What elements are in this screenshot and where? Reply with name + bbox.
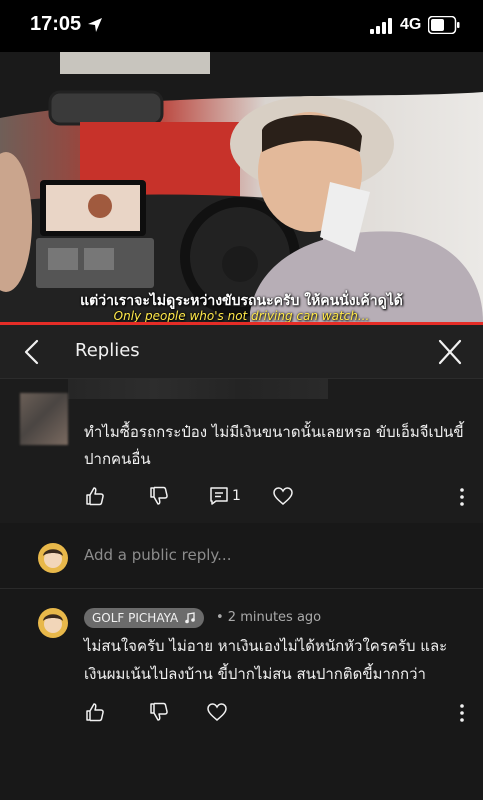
avatar [38, 543, 68, 573]
add-reply-row[interactable]: Add a public reply... [0, 523, 483, 589]
author-badge[interactable]: GOLF PICHAYA [84, 608, 205, 628]
replies-icon[interactable] [208, 485, 230, 507]
blurred-avatar [20, 393, 68, 445]
video-frame [0, 52, 483, 322]
blurred-author-name [68, 379, 328, 399]
location-arrow-icon [88, 18, 102, 32]
thumbs-down-icon[interactable] [148, 485, 170, 507]
music-note-icon [185, 612, 196, 624]
comment-actions: 1 [84, 485, 483, 509]
more-options-icon[interactable] [457, 702, 467, 724]
author-name: GOLF PICHAYA [92, 611, 179, 625]
reply-count: 1 [232, 488, 241, 504]
heart-icon[interactable] [272, 485, 294, 507]
status-bar: 17:05 4G [0, 0, 483, 52]
reply-comment: GOLF PICHAYA • 2 minutes ago ไม่สนใจครับ… [0, 590, 483, 740]
video-player[interactable]: แต่ว่าเราจะไม่ดูระหว่างขับรถนะครับ ให้คน… [0, 52, 483, 322]
replies-header: Replies [0, 325, 483, 379]
comment-text: ทำไมซื้อรถกระป๋อง ไม่มีเงินขนาดนั้นเลยหร… [84, 423, 464, 468]
more-options-icon[interactable] [457, 486, 467, 508]
reply-timestamp: • 2 minutes ago [216, 610, 322, 625]
back-arrow-icon[interactable] [18, 337, 48, 367]
page-title: Replies [75, 340, 140, 361]
battery-icon [428, 16, 460, 34]
thumbs-up-icon[interactable] [84, 485, 106, 507]
thumbs-up-icon[interactable] [84, 701, 106, 723]
video-subtitle-english: Only people who's not driving can watch.… [113, 309, 370, 322]
network-type: 4G [400, 16, 422, 33]
heart-icon[interactable] [206, 701, 228, 723]
reply-text: ไม่สนใจครับ ไม่อาย หาเงินเองไม่ได้หนักหั… [84, 637, 448, 683]
avatar[interactable] [38, 608, 68, 638]
status-time: 17:05 [30, 13, 82, 35]
signal-icon [370, 18, 392, 34]
reply-input[interactable]: Add a public reply... [84, 546, 231, 564]
reply-actions [84, 701, 483, 725]
parent-comment: ทำไมซื้อรถกระป๋อง ไม่มีเงินขนาดนั้นเลยหร… [0, 379, 483, 523]
thumbs-down-icon[interactable] [148, 701, 170, 723]
close-icon[interactable] [434, 337, 466, 367]
